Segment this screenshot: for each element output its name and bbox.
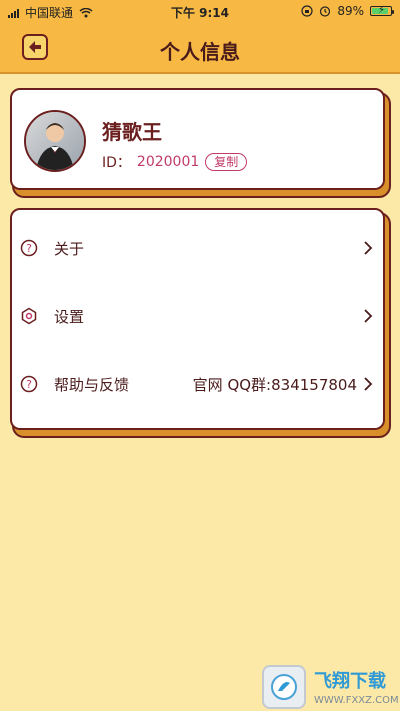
help-circle-icon: ? (20, 239, 38, 257)
lock-rotation-icon (301, 5, 313, 17)
watermark-logo-icon (262, 664, 306, 709)
alarm-icon (320, 6, 331, 17)
status-right: 89% ⚡ (301, 4, 394, 18)
menu-label-settings: 设置 (54, 307, 85, 326)
menu-card: ? 关于 设置 ? 帮助与反馈 官网 QQ群:834157804 (10, 208, 385, 430)
status-bar: 中国联通 下午 9:14 89% ⚡ (0, 0, 400, 22)
app-header: 个人信息 (0, 22, 400, 74)
username: 猜歌王 (102, 120, 162, 144)
site-watermark: 飞翔下载 WWW.FXXZ.COM (262, 662, 400, 711)
id-label: ID： (102, 155, 131, 171)
menu-item-settings[interactable]: 设置 (12, 286, 383, 346)
watermark-text: 飞翔下载 WWW.FXXZ.COM (314, 667, 399, 706)
id-row: ID： 2020001 复制 (102, 152, 248, 172)
copy-button[interactable]: 复制 (205, 153, 248, 171)
qq-group-text: 官网 QQ群:834157804 (192, 375, 357, 394)
svg-text:?: ? (26, 378, 32, 391)
chevron-right-icon (364, 309, 373, 323)
menu-label-about: 关于 (54, 239, 85, 258)
help-circle-icon: ? (20, 375, 38, 393)
hexagon-settings-icon (21, 307, 37, 325)
watermark-brand: 飞翔下载 (314, 671, 386, 692)
menu-item-help-feedback[interactable]: ? 帮助与反馈 官网 QQ群:834157804 (12, 354, 383, 414)
profile-card: 猜歌王 ID： 2020001 复制 (10, 88, 385, 190)
watermark-domain: WWW.FXXZ.COM (314, 695, 399, 706)
page-title: 个人信息 (160, 40, 240, 64)
chevron-right-icon (364, 377, 373, 391)
avatar-image (26, 112, 84, 170)
menu-item-about[interactable]: ? 关于 (12, 218, 383, 278)
battery-icon: ⚡ (370, 5, 394, 16)
battery-percent: 89% (337, 4, 364, 18)
menu-label-help: 帮助与反馈 (54, 375, 130, 394)
svg-text:?: ? (26, 242, 32, 255)
id-value: 2020001 (136, 154, 200, 170)
chevron-right-icon (364, 241, 373, 255)
avatar[interactable] (24, 110, 86, 172)
